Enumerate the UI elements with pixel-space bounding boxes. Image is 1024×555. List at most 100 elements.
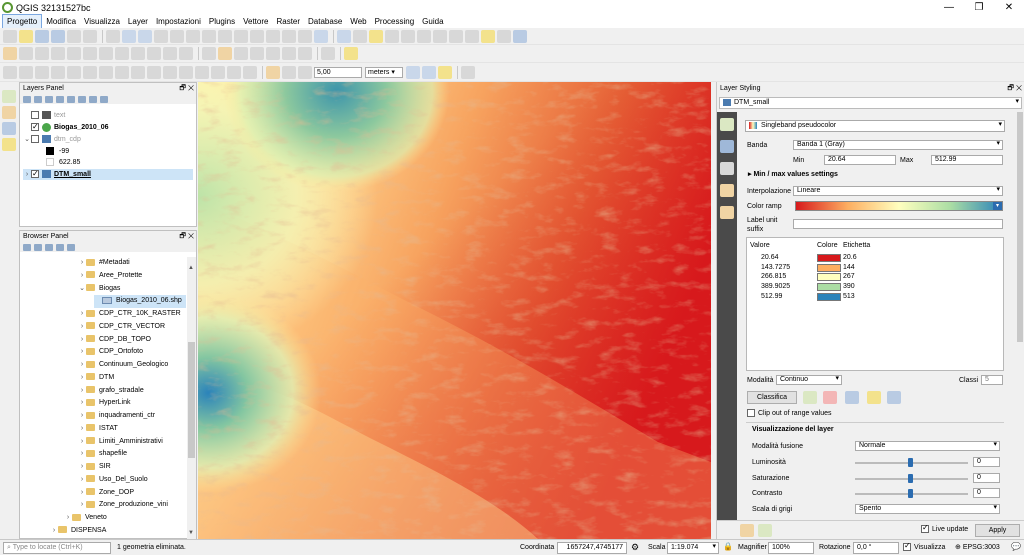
zoom-next-icon[interactable] bbox=[266, 29, 280, 43]
browser-item[interactable]: › inquadramenti_ctr bbox=[78, 410, 155, 423]
python-console-icon[interactable] bbox=[344, 47, 358, 60]
browser-item[interactable]: › CDP_CTR_10K_RASTER bbox=[78, 308, 181, 321]
close-button[interactable]: ✕ bbox=[994, 0, 1024, 15]
class-color-swatch[interactable] bbox=[817, 292, 841, 301]
enable-snapping-icon[interactable] bbox=[266, 65, 280, 79]
magnifier-spinbox[interactable]: 100% bbox=[768, 542, 814, 554]
menu-layer[interactable]: Layer bbox=[124, 15, 152, 28]
brightness-spinbox[interactable]: 0 bbox=[973, 457, 1000, 467]
save-as-icon[interactable] bbox=[51, 29, 65, 43]
fill-ring-icon[interactable] bbox=[83, 65, 97, 79]
layer-visibility-checkbox[interactable] bbox=[31, 135, 39, 144]
measure-icon[interactable] bbox=[465, 29, 479, 43]
layer-item-text[interactable]: text bbox=[23, 110, 65, 121]
chevron-right-icon[interactable]: › bbox=[78, 346, 86, 359]
styling-scrollbar[interactable] bbox=[1016, 112, 1024, 520]
current-edits-icon[interactable] bbox=[3, 47, 17, 60]
action-icon[interactable] bbox=[353, 29, 367, 43]
redo-style-icon[interactable] bbox=[758, 524, 772, 537]
layer-labeling-icon[interactable] bbox=[218, 47, 232, 60]
open-styling-icon[interactable] bbox=[23, 95, 31, 103]
add-part-icon[interactable] bbox=[67, 65, 81, 79]
expand-all-icon[interactable] bbox=[78, 95, 86, 103]
maximize-button[interactable]: ❐ bbox=[964, 0, 994, 15]
deselect-icon[interactable] bbox=[385, 29, 399, 43]
offset-curve-icon[interactable] bbox=[147, 65, 161, 79]
transparency-tab-icon[interactable] bbox=[720, 140, 734, 153]
split-parts-icon[interactable] bbox=[179, 65, 193, 79]
pan-icon[interactable] bbox=[106, 29, 120, 43]
class-color-swatch[interactable] bbox=[817, 273, 841, 282]
save-edits-icon[interactable] bbox=[35, 47, 49, 60]
class-label[interactable]: 513 bbox=[843, 292, 855, 302]
profile-tool-icon[interactable] bbox=[461, 65, 475, 79]
collapse-all-icon[interactable] bbox=[89, 95, 97, 103]
menu-guida[interactable]: Guida bbox=[418, 15, 447, 28]
collapse-icon[interactable] bbox=[56, 243, 64, 251]
copy-features-icon[interactable] bbox=[131, 47, 145, 60]
browser-item[interactable]: › DTM bbox=[78, 372, 114, 385]
add-selected-icon[interactable] bbox=[23, 243, 31, 251]
add-class-icon[interactable] bbox=[803, 391, 817, 404]
max-input[interactable]: 512.99 bbox=[931, 155, 1003, 165]
chevron-right-icon[interactable]: › bbox=[50, 525, 58, 538]
chevron-down-icon[interactable]: ▾ bbox=[993, 202, 1002, 210]
zoom-rubberband-icon[interactable] bbox=[170, 29, 184, 43]
print-layout-icon[interactable] bbox=[67, 29, 81, 43]
browser-item[interactable]: › Continuum_Geologico bbox=[78, 359, 168, 372]
snap-units-select[interactable]: meters ▾ bbox=[365, 66, 403, 78]
layer-item-dtm-cdp[interactable]: ⌄ dtm_cdp bbox=[23, 134, 81, 145]
lock-scale-icon[interactable]: 🔒 bbox=[723, 542, 733, 551]
map-tips-icon[interactable] bbox=[481, 29, 495, 43]
paste-features-icon[interactable] bbox=[147, 47, 161, 60]
classes-spinbox[interactable]: 5 bbox=[981, 375, 1003, 385]
offset-point-icon[interactable] bbox=[243, 65, 257, 79]
contrast-slider-handle[interactable] bbox=[908, 489, 913, 498]
text-annotation-icon[interactable] bbox=[497, 29, 511, 43]
statistics-icon[interactable] bbox=[449, 29, 463, 43]
symbology-tab-icon[interactable] bbox=[720, 118, 734, 131]
browser-item[interactable]: › CDP_CTR_VECTOR bbox=[78, 321, 165, 334]
chevron-right-icon[interactable]: › bbox=[78, 423, 86, 436]
class-label[interactable]: 267 bbox=[843, 272, 855, 282]
grayscale-select[interactable]: Spento bbox=[855, 504, 1000, 514]
browser-item[interactable]: ⌄ Biogas bbox=[78, 283, 120, 296]
chevron-right-icon[interactable]: › bbox=[78, 359, 86, 372]
browser-item[interactable]: › CDP_Ortofoto bbox=[78, 346, 143, 359]
show-hide-labels-icon[interactable] bbox=[250, 47, 264, 60]
crs-button[interactable]: ⊕ EPSG:3003 bbox=[955, 543, 1000, 553]
zoom-layer-icon[interactable] bbox=[218, 29, 232, 43]
menu-web[interactable]: Web bbox=[346, 15, 370, 28]
split-features-icon[interactable] bbox=[163, 65, 177, 79]
simplify-feature-icon[interactable] bbox=[35, 65, 49, 79]
contrast-spinbox[interactable]: 0 bbox=[973, 488, 1000, 498]
add-group-icon[interactable] bbox=[34, 95, 42, 103]
band-select[interactable]: Banda 1 (Gray) bbox=[793, 140, 1003, 150]
add-spatialite-icon[interactable] bbox=[2, 138, 16, 151]
menu-plugins[interactable]: Plugins bbox=[205, 15, 239, 28]
load-colormap-icon[interactable] bbox=[867, 391, 881, 404]
reshape-icon[interactable] bbox=[131, 65, 145, 79]
messages-icon[interactable]: 💬 bbox=[1011, 542, 1021, 551]
filter-expression-icon[interactable] bbox=[67, 95, 75, 103]
zoom-native-icon[interactable] bbox=[234, 29, 248, 43]
menu-vettore[interactable]: Vettore bbox=[239, 15, 272, 28]
chevron-right-icon[interactable]: › bbox=[78, 499, 86, 512]
toggle-extents-icon[interactable]: ⚙ bbox=[631, 542, 639, 553]
chevron-right-icon[interactable]: › bbox=[78, 270, 86, 283]
locator-search-input[interactable]: ⌕ Type to locate (Ctrl+K) bbox=[3, 542, 111, 554]
open-attribute-table-icon[interactable] bbox=[417, 29, 431, 43]
chevron-right-icon[interactable]: › bbox=[78, 410, 86, 423]
clip-out-of-range-checkbox[interactable]: Clip out of range values bbox=[747, 409, 832, 419]
class-color-swatch[interactable] bbox=[817, 254, 841, 262]
vertex-tool-icon[interactable] bbox=[67, 47, 81, 60]
pan-to-selection-icon[interactable] bbox=[122, 29, 136, 43]
chevron-right-icon[interactable]: › bbox=[78, 372, 86, 385]
coordinate-input[interactable]: 1657247,4745177 bbox=[557, 542, 627, 554]
tracing-icon[interactable] bbox=[438, 65, 452, 79]
brightness-slider-handle[interactable] bbox=[908, 458, 913, 467]
browser-item[interactable]: › grafo_stradale bbox=[78, 385, 144, 398]
rotate-feature-icon[interactable] bbox=[19, 65, 33, 79]
zoom-selection-icon[interactable] bbox=[202, 29, 216, 43]
csw-icon[interactable] bbox=[321, 47, 335, 60]
